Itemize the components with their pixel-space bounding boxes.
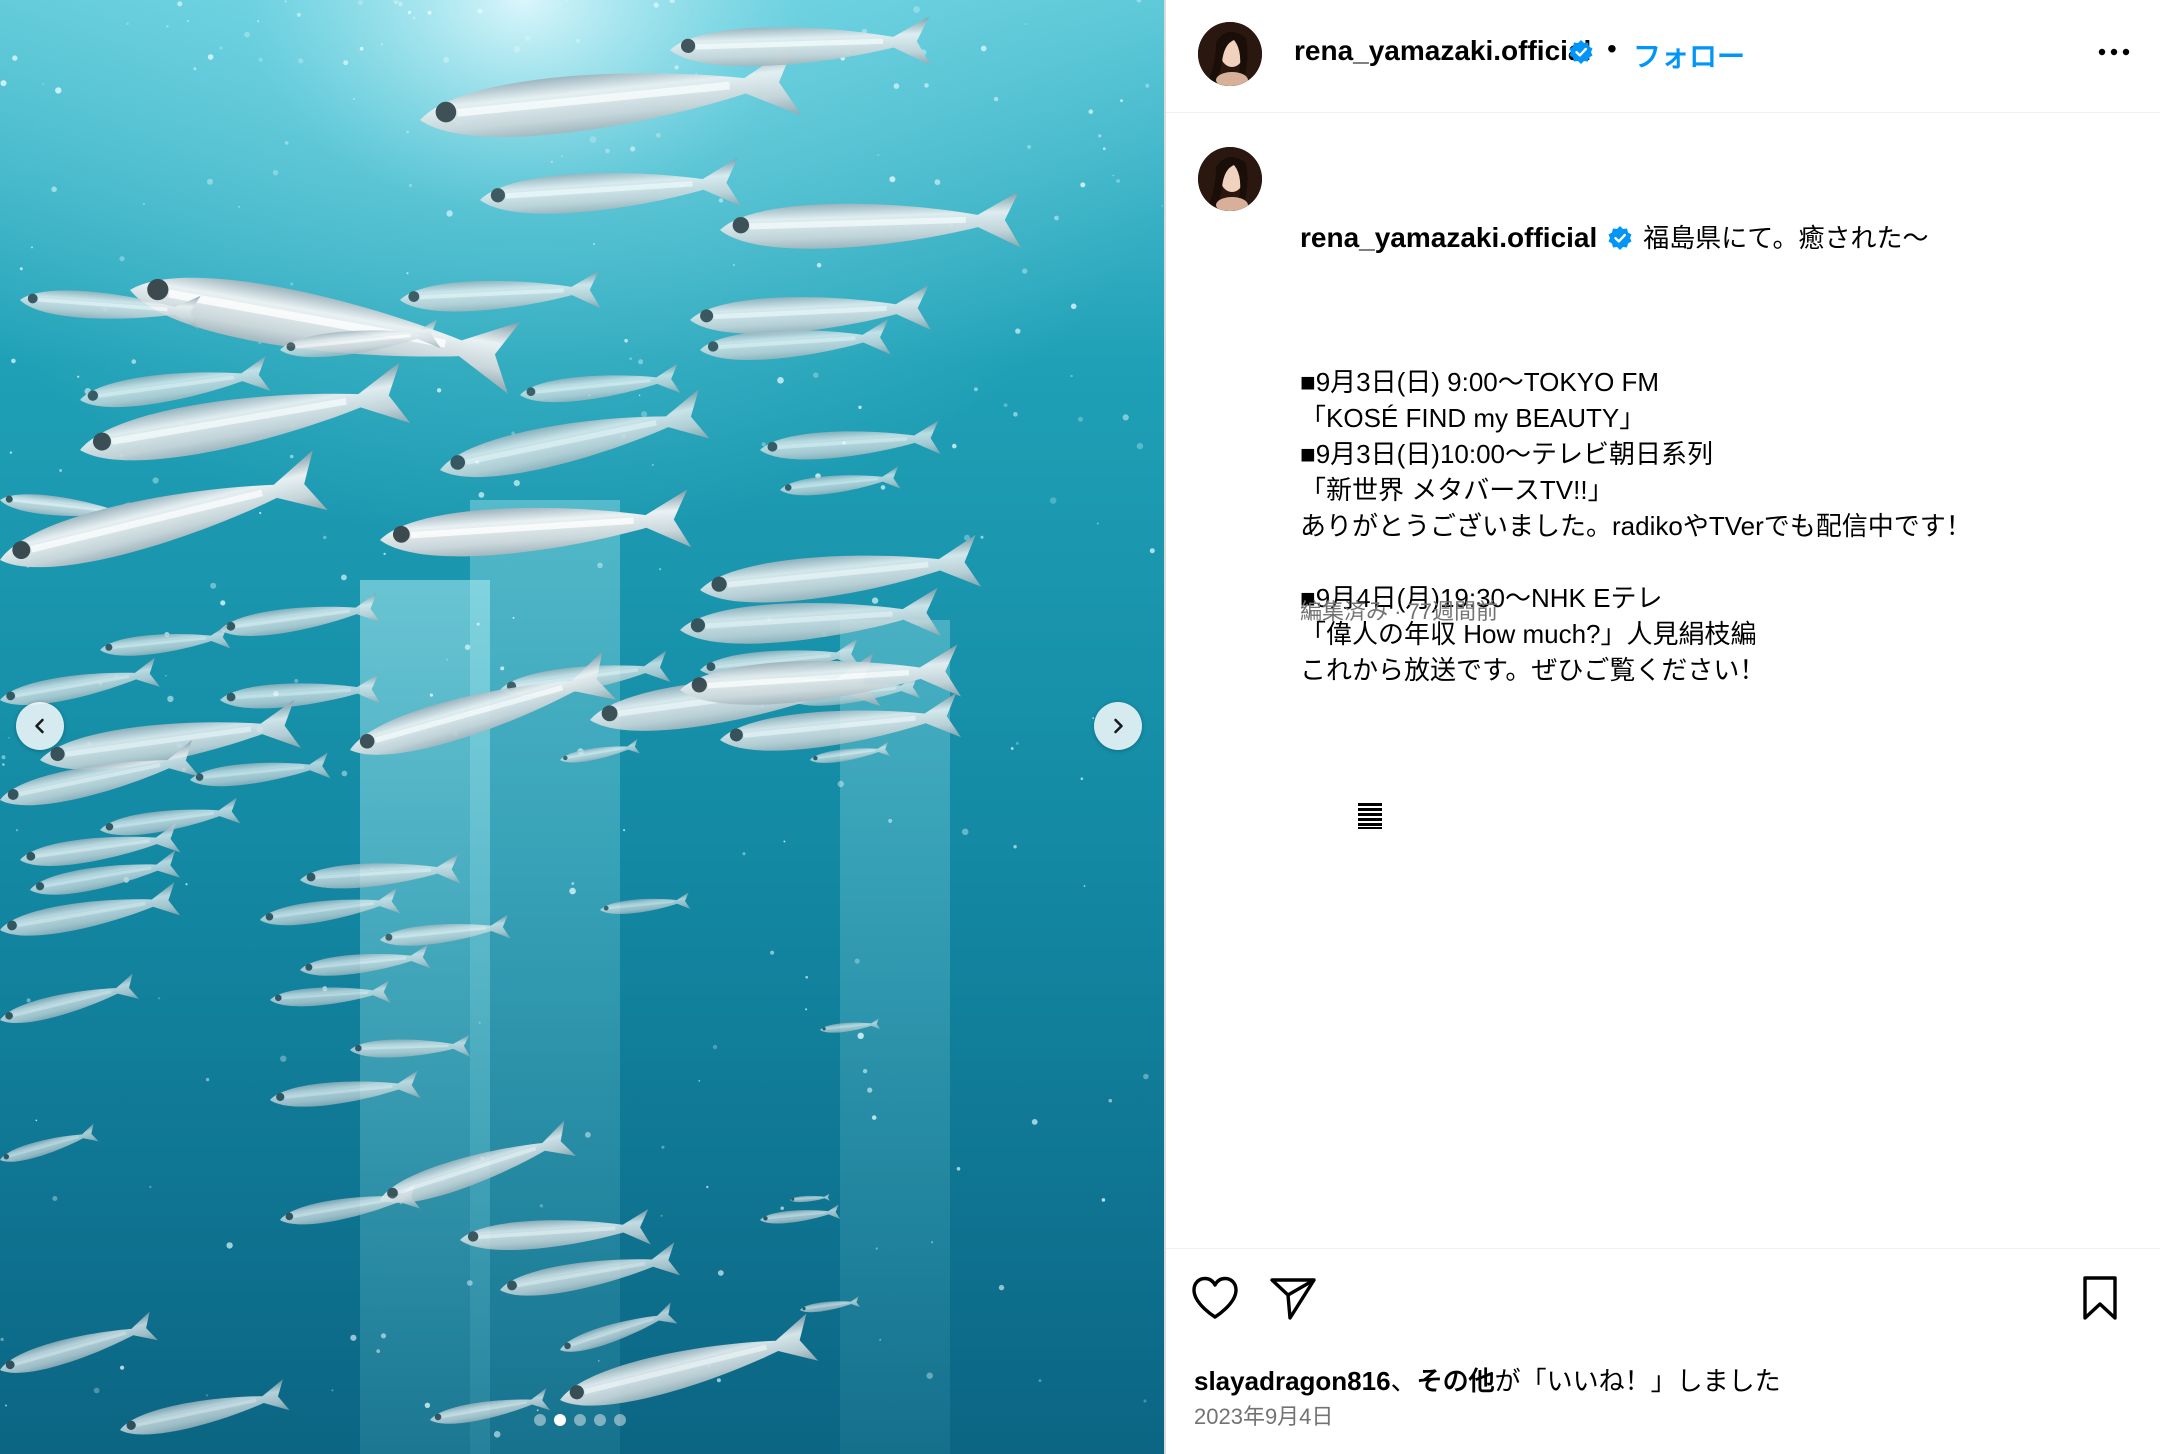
carousel-dot [574,1414,586,1426]
carousel-next-button[interactable] [1094,702,1142,750]
post-side-panel: rena_yamazaki.official • フォロー rena_yamaz… [1164,0,2160,1454]
follow-button[interactable]: フォロー [1633,35,1745,75]
likes-suffix: が「いいね！」しました [1494,1366,1781,1396]
carousel-dot [554,1414,566,1426]
carousel-dot [614,1414,626,1426]
caption-line: ■9月3日(日) 9:00〜TOKYO FM [1300,367,1660,397]
caption-line: これから放送です。ぜひご覧ください！ [1300,655,1766,685]
paper-plane-icon[interactable] [1268,1275,1318,1321]
chevron-right-icon [1114,718,1123,734]
caption-line: 「KOSÉ FIND my BEAUTY」 [1300,403,1646,433]
post-header: rena_yamazaki.official • フォロー [1166,0,2160,113]
carousel-dot [534,1414,546,1426]
caption-line: 「新世界 メタバースTV!!」 [1300,475,1614,505]
caption-header-line: rena_yamazaki.official 福島県にて。癒された〜 [1300,220,2120,256]
underwater-fish-photo [0,0,1164,1454]
post-media[interactable] [0,0,1164,1454]
caption-line: ありがとうございました。radikoやTVerでも配信中です！ [1300,511,1972,541]
carousel-dots [534,1414,626,1426]
verified-badge-icon [1569,40,1593,64]
profile-photo [1198,22,1262,86]
profile-photo [1198,147,1262,211]
caption-username[interactable]: rena_yamazaki.official [1300,220,1597,256]
instagram-post-modal: rena_yamazaki.official • フォロー rena_yamaz… [0,0,2160,1454]
post-actions: slayadragon816、その他が「いいね！」しました 2023年9月4日 [1166,1248,2160,1454]
carousel-prev-button[interactable] [16,702,64,750]
caption-avatar[interactable] [1198,147,1262,211]
more-horizontal-icon[interactable] [2094,38,2134,66]
caption-line: ■9月3日(日)10:00〜テレビ朝日系列 [1300,439,1714,469]
heart-icon[interactable] [1190,1275,1240,1321]
caption-trailing-line [1300,760,2120,830]
bookmark-icon[interactable] [2078,1275,2122,1321]
carousel-dot [594,1414,606,1426]
likes-summary: slayadragon816、その他が「いいね！」しました [1194,1361,1781,1398]
header-separator: • [1607,33,1617,64]
likes-others-link[interactable]: その他 [1417,1366,1495,1396]
avatar[interactable] [1198,22,1262,86]
caption-body: ■9月3日(日) 9:00〜TOKYO FM 「KOSÉ FIND my BEAU… [1300,364,2120,688]
post-meta: 編集済み · 77週間前 [1300,599,1499,624]
chevron-left-icon [35,718,44,734]
verified-badge-icon [1608,226,1632,250]
post-caption: rena_yamazaki.official 福島県にて。癒された〜 ■9月3日… [1300,148,2120,868]
likes-separator: 、 [1390,1366,1417,1396]
bars-emoji-icon [1357,803,1382,830]
caption-line [1300,544,2120,580]
post-date[interactable]: 2023年9月4日 [1194,1399,1333,1431]
likes-user-link[interactable]: slayadragon816 [1194,1366,1391,1396]
header-username[interactable]: rena_yamazaki.official [1294,35,1591,67]
caption-first-line-text: 福島県にて。癒された〜 [1643,223,1929,253]
